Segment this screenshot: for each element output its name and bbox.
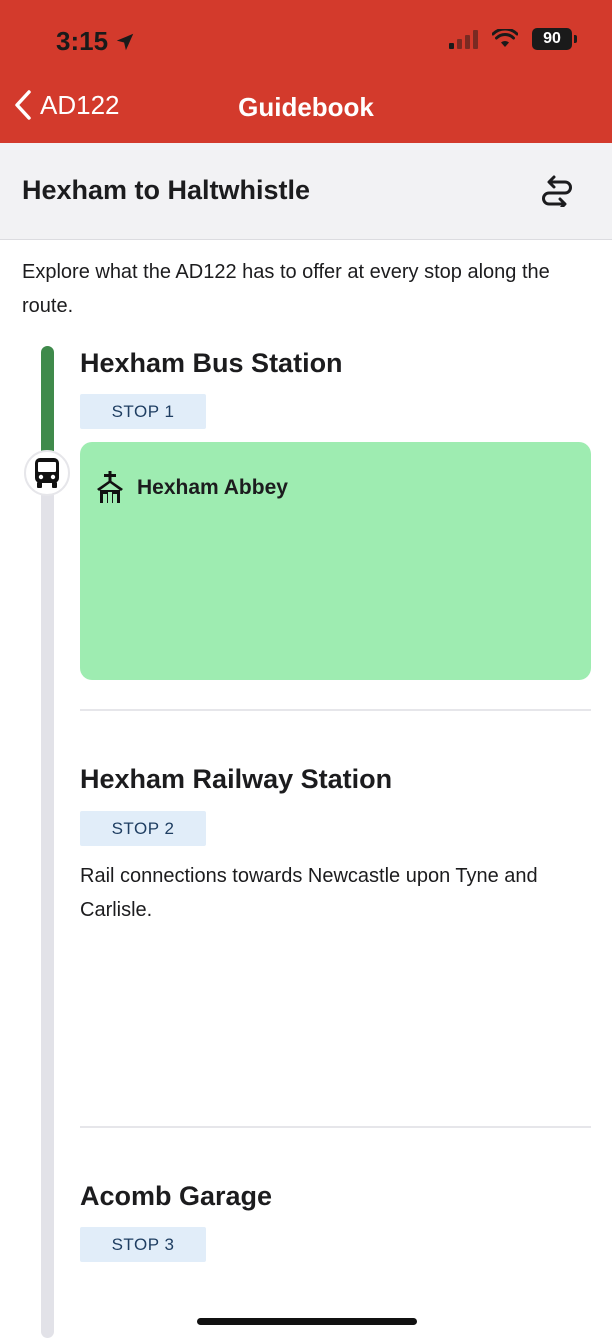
battery-icon: 90: [532, 28, 577, 50]
swap-direction-icon[interactable]: [540, 173, 574, 207]
stop-divider: [80, 1126, 591, 1128]
stop-badge-2: STOP 2: [80, 811, 206, 846]
bus-icon: [35, 458, 59, 488]
status-time-text: 3:15: [56, 26, 109, 56]
home-indicator: [197, 1318, 417, 1325]
stop-divider: [80, 709, 591, 711]
route-title: Hexham to Haltwhistle: [22, 175, 311, 205]
status-time: 3:15: [56, 26, 136, 57]
intro-text: Explore what the AD122 has to offer at e…: [22, 261, 550, 317]
stop-badge-1: STOP 1: [80, 394, 206, 429]
church-icon: [97, 471, 123, 503]
stop-description-2: Rail connections towards Newcastle upon …: [80, 865, 538, 921]
status-indicators: 90: [449, 28, 577, 50]
stop-name-2: Hexham Railway Station: [80, 764, 393, 794]
cellular-signal-icon: [449, 29, 478, 49]
app-header: 3:15 90 AD122 Guidebook: [0, 0, 612, 143]
route-header: Hexham to Haltwhistle: [0, 143, 612, 240]
battery-level: 90: [543, 30, 561, 47]
route-progress: [41, 346, 54, 461]
stop-name-1: Hexham Bus Station: [80, 348, 343, 378]
poi-name: Hexham Abbey: [137, 476, 288, 499]
page-title: Guidebook: [238, 92, 374, 122]
wifi-icon: [492, 29, 518, 47]
stop-name-3: Acomb Garage: [80, 1181, 273, 1211]
location-arrow-icon: [116, 33, 134, 50]
stop-badge-3: STOP 3: [80, 1227, 206, 1262]
current-position-marker: [24, 450, 70, 496]
poi-card-hexham-abbey[interactable]: Hexham Abbey: [80, 442, 591, 680]
